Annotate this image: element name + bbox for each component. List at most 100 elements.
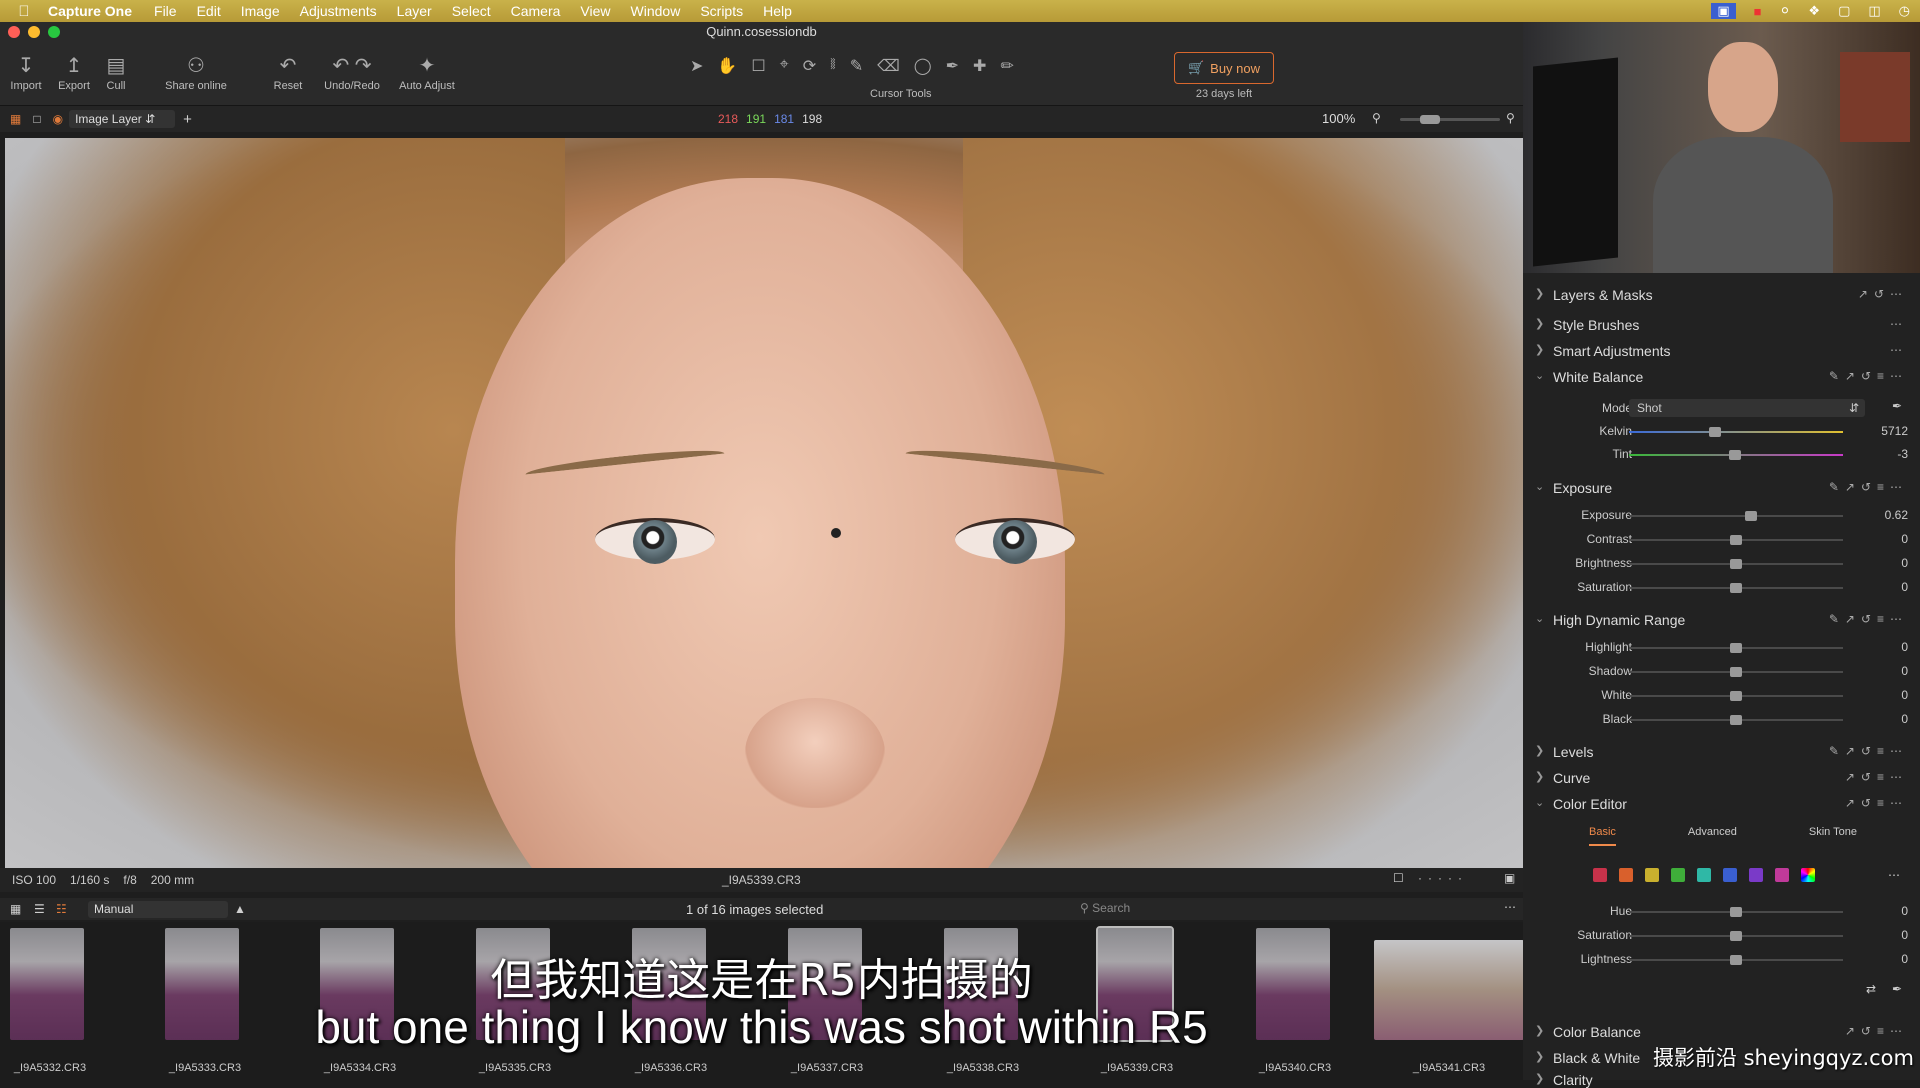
cull-button[interactable]: ▤ Cull xyxy=(100,52,132,92)
tint-value[interactable]: -3 xyxy=(1848,447,1908,461)
slider-value[interactable]: 0 xyxy=(1848,580,1908,594)
kelvin-knob[interactable] xyxy=(1709,427,1721,437)
section-tools[interactable]: ↗↺≡⋯ xyxy=(1845,1024,1908,1038)
clock-icon[interactable]: ◷ xyxy=(1899,3,1910,19)
picker-icon[interactable]: ✒ xyxy=(946,56,959,76)
slider-knob[interactable] xyxy=(1730,559,1742,569)
export-button[interactable]: ↥ Export xyxy=(52,52,96,92)
menu-select[interactable]: Select xyxy=(452,3,491,19)
brush-icon[interactable]: ✎ xyxy=(850,56,863,76)
menu-help[interactable]: Help xyxy=(763,3,792,19)
menu-view[interactable]: View xyxy=(580,3,610,19)
slider-value[interactable]: 0 xyxy=(1848,712,1908,726)
color-swatch-1[interactable] xyxy=(1593,868,1607,882)
color-swatch-2[interactable] xyxy=(1619,868,1633,882)
color-swatch-4[interactable] xyxy=(1671,868,1685,882)
slider-value[interactable]: 0 xyxy=(1848,664,1908,678)
more-icon[interactable]: ⋯ xyxy=(1888,868,1900,882)
slider-value[interactable]: 0 xyxy=(1848,532,1908,546)
section-tools[interactable]: ↗↺⋯ xyxy=(1858,287,1908,301)
section-tools[interactable]: ✎↗↺≡⋯ xyxy=(1829,744,1908,758)
menu-camera[interactable]: Camera xyxy=(511,3,561,19)
buy-now-button[interactable]: 🛒 Buy now xyxy=(1174,52,1274,84)
image-viewer[interactable] xyxy=(5,138,1523,868)
loupe-icon[interactable]: ☐ xyxy=(751,56,765,76)
auto-adjust-button[interactable]: ✦ Auto Adjust xyxy=(392,52,462,92)
slider-value[interactable]: 0.62 xyxy=(1848,508,1908,522)
window-icon[interactable]: ▢ xyxy=(1838,3,1850,19)
erase-icon[interactable]: ⌫ xyxy=(877,56,900,76)
sort-direction-icon[interactable]: ▲ xyxy=(234,902,246,916)
kelvin-slider[interactable] xyxy=(1629,431,1843,433)
grid-view-icon[interactable]: ▦ xyxy=(10,112,21,126)
search-field[interactable]: ⚲ Search xyxy=(1080,901,1500,915)
sort-selector[interactable]: Manual xyxy=(88,900,228,918)
record-icon[interactable]: ■ xyxy=(1754,4,1762,19)
wb-mode-select[interactable]: Shot ⇵ xyxy=(1629,399,1865,417)
slider-knob[interactable] xyxy=(1730,907,1742,917)
tab-skin-tone[interactable]: Skin Tone xyxy=(1809,826,1857,846)
crop-icon[interactable]: ⌖ xyxy=(780,56,789,76)
menu-edit[interactable]: Edit xyxy=(197,3,221,19)
slider-knob[interactable] xyxy=(1730,931,1742,941)
swap-icon[interactable]: ⇄ xyxy=(1866,982,1876,996)
checkbox-icon[interactable]: ☐ xyxy=(1393,871,1404,885)
picker-icon[interactable]: ✒ xyxy=(1892,982,1902,996)
screen-share-icon[interactable]: ▣ xyxy=(1711,3,1736,19)
dropbox-icon[interactable]: ❖ xyxy=(1808,3,1820,19)
menu-layer[interactable]: Layer xyxy=(397,3,432,19)
slider-value[interactable]: 0 xyxy=(1848,688,1908,702)
rotate-icon[interactable]: ⟳ xyxy=(803,56,816,76)
layer-selector[interactable]: Image Layer ⇵ xyxy=(69,110,176,128)
rating-dots[interactable]: ····· xyxy=(1418,871,1468,885)
color-swatch-3[interactable] xyxy=(1645,868,1659,882)
color-swatch-5[interactable] xyxy=(1697,868,1711,882)
color-swatch-8[interactable] xyxy=(1775,868,1789,882)
more-icon[interactable]: ⋯ xyxy=(1890,343,1908,357)
section-tools[interactable]: ✎↗↺≡⋯ xyxy=(1829,612,1908,626)
reset-button[interactable]: ↶ Reset xyxy=(266,52,310,92)
list-browser-icon[interactable]: ☰ xyxy=(34,902,45,916)
keystone-icon[interactable]: ⧚ xyxy=(830,56,836,76)
undo-redo-button[interactable]: ↶ ↷ Undo/Redo xyxy=(320,52,384,92)
slider-knob[interactable] xyxy=(1730,691,1742,701)
annotate-icon[interactable]: ✏ xyxy=(1000,56,1013,76)
eyedropper-icon[interactable]: ✒ xyxy=(1892,399,1902,413)
zoom-in-icon[interactable]: ⚲ xyxy=(1506,111,1515,125)
heal-icon[interactable]: ✚ xyxy=(973,56,986,76)
color-tag-icon[interactable]: ▣ xyxy=(1504,871,1515,885)
filmstrip-browser-icon[interactable]: ☷ xyxy=(56,902,67,916)
zoom-slider-knob[interactable] xyxy=(1420,115,1440,124)
slider-knob[interactable] xyxy=(1730,643,1742,653)
zoom-level[interactable]: 100% xyxy=(1322,111,1355,126)
section-tools[interactable]: ↗↺≡⋯ xyxy=(1845,796,1908,810)
slider-knob[interactable] xyxy=(1730,955,1742,965)
tab-advanced[interactable]: Advanced xyxy=(1688,826,1737,846)
color-swatch-7[interactable] xyxy=(1749,868,1763,882)
slider-knob[interactable] xyxy=(1730,583,1742,593)
slider-knob[interactable] xyxy=(1730,535,1742,545)
menu-adjustments[interactable]: Adjustments xyxy=(300,3,377,19)
grid-browser-icon[interactable]: ▦ xyxy=(10,902,21,916)
section-tools[interactable]: ↗↺≡⋯ xyxy=(1845,770,1908,784)
color-swatch-6[interactable] xyxy=(1723,868,1737,882)
single-view-icon[interactable]: □ xyxy=(33,112,40,126)
menu-window[interactable]: Window xyxy=(631,3,681,19)
proof-view-icon[interactable]: ◉ xyxy=(53,112,63,126)
slider-value[interactable]: 0 xyxy=(1848,904,1908,918)
slider-knob[interactable] xyxy=(1745,511,1757,521)
pan-hand-icon[interactable]: ✋ xyxy=(717,56,737,76)
apple-icon[interactable]:  xyxy=(0,3,48,20)
slider-value[interactable]: 0 xyxy=(1848,928,1908,942)
sidebar-icon[interactable]: ◫ xyxy=(1868,3,1880,19)
slider-knob[interactable] xyxy=(1730,667,1742,677)
section-tools[interactable]: ✎↗↺≡⋯ xyxy=(1829,480,1908,494)
tab-basic[interactable]: Basic xyxy=(1589,826,1616,846)
add-layer-icon[interactable]: + xyxy=(183,111,192,128)
more-icon[interactable]: ⋯ xyxy=(1890,317,1908,331)
import-button[interactable]: ↧ Import xyxy=(8,52,44,92)
kelvin-value[interactable]: 5712 xyxy=(1848,424,1908,438)
slider-knob[interactable] xyxy=(1730,715,1742,725)
more-icon[interactable]: ⋯ xyxy=(1504,900,1516,914)
zoom-out-icon[interactable]: ⚲ xyxy=(1372,111,1381,125)
